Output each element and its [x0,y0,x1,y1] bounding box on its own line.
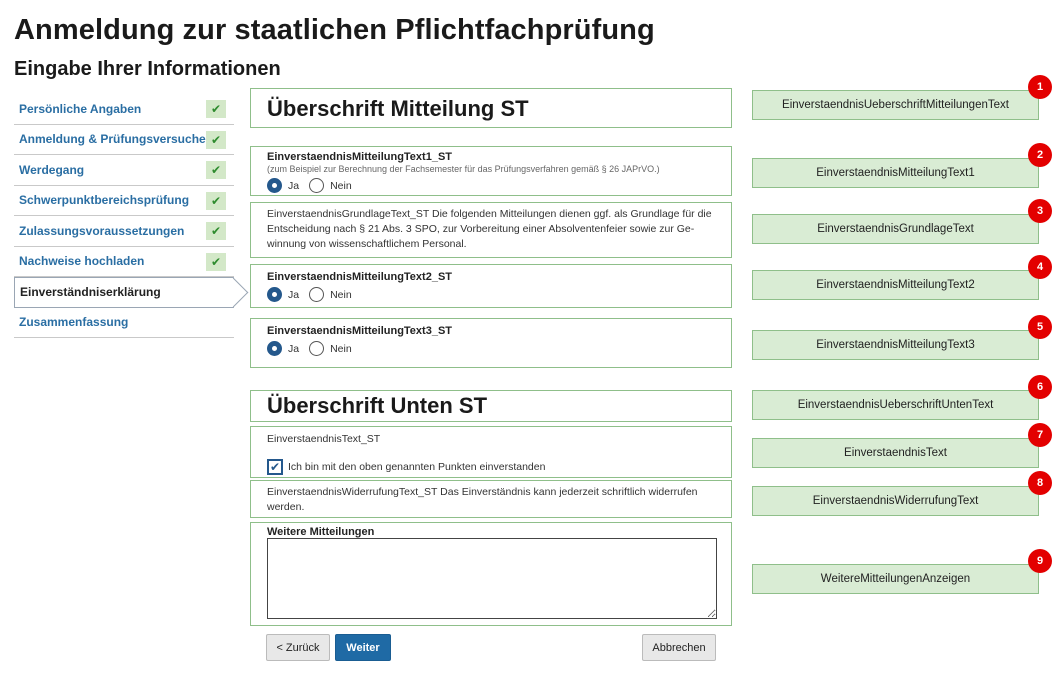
annotation-number-badge: 8 [1028,471,1052,495]
radio-label: Nein [330,342,352,355]
radio-selected-icon [267,341,282,356]
annotation-number-badge: 9 [1028,549,1052,573]
weitere-mitteilungen-panel: Weitere Mitteilungen [250,522,732,626]
annotation-number-badge: 5 [1028,315,1052,339]
sidebar-item-nachweise[interactable]: Nachweise hochladen ✔ [14,247,234,277]
heading-bottom: Überschrift Unten ST [267,393,488,418]
annotation-label: EinverstaendnisUeberschriftMitteilungenT… [782,99,1009,111]
question-3-no-radio[interactable]: Nein [309,341,352,356]
annotation-5: EinverstaendnisMitteilungText3 5 [752,315,1052,360]
sidebar-item-label: Schwerpunktbereichsprüfung [19,193,190,208]
heading-top-panel: Überschrift Mitteilung ST [250,88,732,128]
annotation-label: EinverstaendnisText [844,447,947,459]
question-3-panel: EinverstaendnisMitteilungText3_ST Ja Nei… [250,318,732,368]
sidebar-item-anmeldung[interactable]: Anmeldung & Prüfungsversuche ✔ [14,125,234,155]
annotation-3: EinverstaendnisGrundlageText 3 [752,199,1052,244]
sidebar-item-persoenliche-angaben[interactable]: Persönliche Angaben ✔ [14,94,234,125]
annotation-7: EinverstaendnisText 7 [752,423,1052,468]
question-2-panel: EinverstaendnisMitteilungText2_ST Ja Nei… [250,264,732,308]
sidebar-item-werdegang[interactable]: Werdegang ✔ [14,155,234,186]
annotation-number-badge: 4 [1028,255,1052,279]
radio-label: Ja [288,288,300,301]
heading-bottom-panel: Überschrift Unten ST [250,390,732,422]
annotation-label: WeitereMitteilungenAnzeigen [820,573,971,585]
sidebar-item-zulassung[interactable]: Zulassungsvoraussetzungen ✔ [14,216,234,247]
annotation-1: EinverstaendnisUeberschriftMitteilungenT… [752,75,1052,120]
annotation-number-badge: 2 [1028,143,1052,167]
question-1-title: EinverstaendnisMitteilungText1_ST [267,151,453,163]
annotation-label: EinverstaendnisMitteilungText3 [816,339,975,351]
annotation-label: EinverstaendnisWiderrufungText [812,495,979,507]
annotation-label: EinverstaendnisMitteilungText1 [816,167,975,179]
widerruf-text: EinverstaendnisWiderrufungText_ST Das Ei… [267,486,698,513]
next-button[interactable]: Weiter [335,634,391,661]
radio-selected-icon [267,287,282,302]
annotation-8: EinverstaendnisWiderrufungText 8 [752,471,1052,516]
annotation-number-badge: 7 [1028,423,1052,447]
sidebar-item-label: Zulassungsvoraussetzungen [19,223,185,238]
sidebar-item-label: Anmeldung & Prüfungsversuche [19,132,206,147]
sidebar-item-label: Werdegang [19,162,85,177]
consent-panel: EinverstaendnisText_ST ✔ Ich bin mit den… [250,426,732,478]
question-1-yes-radio[interactable]: Ja [267,178,299,193]
annotation-label: EinverstaendnisMitteilungText2 [816,279,975,291]
question-1-radio-group: Ja Nein [267,178,715,193]
sidebar-item-label: Zusammenfassung [19,315,129,330]
grundlage-panel: EinverstaendnisGrundlageText_ST Die folg… [250,202,732,258]
annotation-label: EinverstaendnisUeberschriftUntenText [797,399,994,411]
checkmark-icon: ✔ [206,252,226,271]
question-2-radio-group: Ja Nein [267,287,715,302]
cancel-button[interactable]: Abbrechen [642,634,716,661]
question-1-panel: EinverstaendnisMitteilungText1_ST (zum B… [250,146,732,196]
radio-selected-icon [267,178,282,193]
consent-label: Ich bin mit den oben genannten Punkten e… [288,461,546,473]
question-3-radio-group: Ja Nein [267,341,715,356]
sidebar-item-label: Persönliche Angaben [19,101,142,116]
annotation-4: EinverstaendnisMitteilungText2 4 [752,255,1052,300]
weitere-mitteilungen-label: Weitere Mitteilungen [267,526,375,538]
question-2-title: EinverstaendnisMitteilungText2_ST [267,271,453,283]
sidebar-item-label: Einverständniserklärung [20,285,161,300]
heading-top: Überschrift Mitteilung ST [267,96,529,121]
annotation-2: EinverstaendnisMitteilungText1 2 [752,143,1052,188]
radio-unselected-icon [309,341,325,356]
grundlage-text: EinverstaendnisGrundlageText_ST Die folg… [267,208,712,250]
consent-row: ✔ Ich bin mit den oben genannten Punkten… [267,459,715,475]
annotation-9: WeitereMitteilungenAnzeigen 9 [752,549,1052,594]
consent-checkbox[interactable]: ✔ [267,459,283,475]
radio-label: Ja [288,342,300,355]
annotation-number-badge: 6 [1028,375,1052,399]
question-1-no-radio[interactable]: Nein [309,178,352,193]
page-subtitle: Eingabe Ihrer Informationen [14,58,281,80]
question-3-title: EinverstaendnisMitteilungText3_ST [267,325,453,337]
radio-label: Ja [288,179,300,192]
checkmark-icon: ✔ [206,222,226,240]
radio-label: Nein [330,288,352,301]
einverstaendnis-text: EinverstaendnisText_ST [267,433,381,445]
radio-label: Nein [330,179,352,192]
back-button[interactable]: < Zurück [266,634,330,661]
page-title: Anmeldung zur staatlichen Pflichtfachprü… [14,14,655,46]
question-2-no-radio[interactable]: Nein [309,287,352,302]
annotation-6: EinverstaendnisUeberschriftUntenText 6 [752,375,1052,420]
sidebar-item-label: Nachweise hochladen [19,254,145,269]
weitere-mitteilungen-textarea[interactable] [267,538,717,619]
sidebar-item-schwerpunkt[interactable]: Schwerpunktbereichsprüfung ✔ [14,186,234,216]
question-2-yes-radio[interactable]: Ja [267,287,299,302]
question-3-yes-radio[interactable]: Ja [267,341,299,356]
widerruf-panel: EinverstaendnisWiderrufungText_ST Das Ei… [250,480,732,518]
annotation-number-badge: 1 [1028,75,1052,99]
radio-unselected-icon [309,178,325,193]
sidebar-item-zusammenfassung[interactable]: Zusammenfassung [14,308,234,338]
checkmark-icon: ✔ [206,100,226,118]
radio-unselected-icon [309,287,325,302]
annotation-number-badge: 3 [1028,199,1052,223]
sidebar-item-einverstaendnis[interactable]: Einverständniserklärung [14,277,234,308]
question-1-subtitle: (zum Beispiel zur Berechnung der Fachsem… [267,164,660,174]
sidebar-nav: Persönliche Angaben ✔ Anmeldung & Prüfun… [14,94,234,338]
annotation-label: EinverstaendnisGrundlageText [817,223,974,235]
checkmark-icon: ✔ [206,161,226,179]
checkmark-icon: ✔ [206,130,226,149]
checkmark-icon: ✔ [206,191,226,210]
